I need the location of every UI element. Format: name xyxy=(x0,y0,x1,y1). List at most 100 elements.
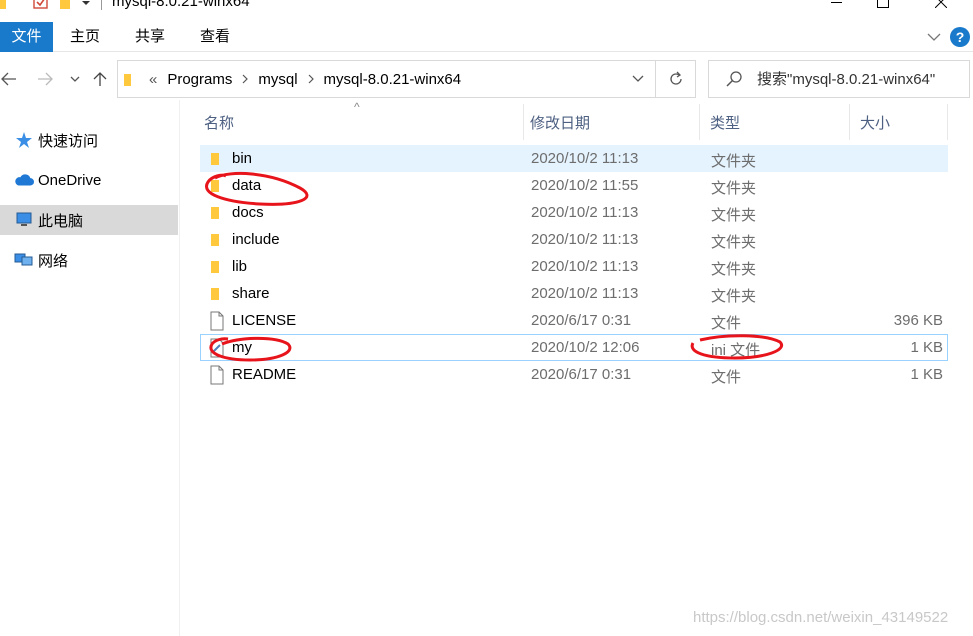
file-type: 文件夹 xyxy=(711,288,757,305)
folder-icon xyxy=(124,74,131,86)
folder-icon xyxy=(211,180,219,192)
file-row-bin[interactable]: bin 2020/10/2 11:13 文件夹 xyxy=(200,145,948,172)
tab-view[interactable]: 查看 xyxy=(200,22,230,52)
expand-ribbon-icon[interactable] xyxy=(926,29,942,45)
file-row-my-ini[interactable]: my 2020/10/2 12:06 ini 文件 1 KB xyxy=(200,334,948,361)
cloud-icon xyxy=(14,170,34,190)
chevron-right-icon[interactable] xyxy=(306,73,316,85)
properties-checkbox-icon[interactable] xyxy=(32,0,50,11)
address-bar[interactable]: « Programs mysql mysql-8.0.21-winx64 xyxy=(117,60,656,98)
file-row-share[interactable]: share 2020/10/2 11:13 文件夹 xyxy=(200,280,948,307)
window-title: mysql-8.0.21-winx64 xyxy=(112,0,250,10)
file-row-data[interactable]: data 2020/10/2 11:55 文件夹 xyxy=(200,172,948,199)
file-name: my xyxy=(232,339,252,356)
search-box[interactable] xyxy=(708,60,970,98)
sidebar-item-label: 快速访问 xyxy=(38,132,99,150)
close-icon xyxy=(935,0,947,8)
watermark-text: https://blog.csdn.net/weixin_43149522 xyxy=(693,609,949,626)
file-date: 2020/10/2 11:13 xyxy=(531,204,639,221)
sidebar-item-quick-access[interactable]: 快速访问 xyxy=(0,125,178,155)
ribbon-tabs: 文件 主页 共享 查看 ? xyxy=(0,22,973,52)
file-type: 文件夹 xyxy=(711,234,757,251)
file-date: 2020/10/2 11:55 xyxy=(531,177,639,194)
sidebar-item-network[interactable]: 网络 xyxy=(0,245,178,275)
sidebar-item-label: OneDrive xyxy=(38,171,102,189)
file-name: README xyxy=(232,366,297,383)
file-name: bin xyxy=(232,150,253,167)
file-date: 2020/10/2 11:13 xyxy=(531,258,639,275)
chevron-down-icon xyxy=(70,76,80,82)
file-row-license[interactable]: LICENSE 2020/6/17 0:31 文件 396 KB xyxy=(200,307,948,334)
file-type: 文件夹 xyxy=(711,261,757,278)
column-header-size[interactable]: 大小 xyxy=(850,104,948,140)
file-date: 2020/6/17 0:31 xyxy=(531,312,632,329)
maximize-button[interactable] xyxy=(860,0,906,14)
title-bar: mysql-8.0.21-winx64 xyxy=(0,0,973,14)
quick-access-toolbar xyxy=(0,0,92,12)
column-header-type[interactable]: 类型 xyxy=(700,104,850,140)
file-type: 文件夹 xyxy=(711,207,757,224)
minimize-button[interactable] xyxy=(814,0,860,14)
file-size: 1 KB xyxy=(910,366,943,383)
search-icon xyxy=(726,71,742,87)
file-type: 文件夹 xyxy=(711,180,757,197)
file-date: 2020/10/2 11:13 xyxy=(531,231,639,248)
close-button[interactable] xyxy=(918,0,964,14)
file-date: 2020/10/2 12:06 xyxy=(531,339,640,356)
breadcrumb: « Programs mysql mysql-8.0.21-winx64 xyxy=(118,61,461,97)
file-type: 文件 xyxy=(711,315,742,332)
sidebar-item-this-pc[interactable]: 此电脑 xyxy=(0,205,178,235)
breadcrumb-mysql[interactable]: mysql xyxy=(258,71,297,88)
tab-file[interactable]: 文件 xyxy=(0,22,53,52)
tab-home[interactable]: 主页 xyxy=(70,22,100,52)
up-button[interactable] xyxy=(90,68,110,90)
minimize-icon xyxy=(831,2,842,3)
arrow-left-icon xyxy=(1,72,16,86)
sidebar-item-onedrive[interactable]: OneDrive xyxy=(0,165,178,195)
recent-locations-button[interactable] xyxy=(66,68,84,90)
file-size: 1 KB xyxy=(910,339,943,356)
sidebar-item-label: 此电脑 xyxy=(38,212,84,230)
maximize-icon xyxy=(877,0,889,8)
refresh-icon xyxy=(669,71,682,85)
file-row-lib[interactable]: lib 2020/10/2 11:13 文件夹 xyxy=(200,253,948,280)
chevron-right-icon[interactable] xyxy=(240,73,250,85)
file-list: ^ 名称 修改日期 类型 大小 bin 2020/10/2 11:13 文件夹 … xyxy=(190,100,973,636)
folder-icon xyxy=(211,234,219,246)
navigation-bar: « Programs mysql mysql-8.0.21-winx64 xyxy=(0,58,973,100)
forward-button[interactable] xyxy=(34,68,56,90)
back-button[interactable] xyxy=(0,68,18,90)
ini-file-icon xyxy=(210,338,224,358)
help-button[interactable]: ? xyxy=(950,27,970,47)
column-header-date[interactable]: 修改日期 xyxy=(520,104,700,140)
folder-icon xyxy=(211,261,219,273)
breadcrumb-programs[interactable]: Programs xyxy=(167,71,232,88)
folder-icon xyxy=(211,207,219,219)
file-type: 文件 xyxy=(711,369,742,386)
toolbar-separator xyxy=(101,0,102,10)
sidebar-item-label: 网络 xyxy=(38,252,69,270)
star-icon xyxy=(14,130,34,150)
file-icon xyxy=(210,365,224,385)
file-type: 文件夹 xyxy=(711,153,757,170)
file-size: 396 KB xyxy=(893,312,943,329)
breadcrumb-overflow[interactable]: « xyxy=(149,71,157,88)
file-icon xyxy=(210,311,224,331)
new-folder-icon[interactable] xyxy=(58,0,74,11)
file-name: LICENSE xyxy=(232,312,297,329)
navigation-pane: 快速访问 OneDrive 此电脑 网络 xyxy=(0,100,180,636)
file-date: 2020/6/17 0:31 xyxy=(531,366,632,383)
breadcrumb-current[interactable]: mysql-8.0.21-winx64 xyxy=(324,71,462,88)
refresh-button[interactable] xyxy=(656,60,696,98)
file-row-docs[interactable]: docs 2020/10/2 11:13 文件夹 xyxy=(200,199,948,226)
customize-toolbar-icon[interactable] xyxy=(80,0,92,11)
file-row-include[interactable]: include 2020/10/2 11:13 文件夹 xyxy=(200,226,948,253)
column-header-name[interactable]: 名称 xyxy=(194,104,524,140)
network-icon xyxy=(14,250,34,270)
folder-icon xyxy=(0,0,6,9)
arrow-up-icon xyxy=(93,72,107,86)
tab-share[interactable]: 共享 xyxy=(135,22,165,52)
search-input[interactable] xyxy=(757,68,967,90)
address-dropdown-icon[interactable] xyxy=(631,71,645,85)
file-row-readme[interactable]: README 2020/6/17 0:31 文件 1 KB xyxy=(200,361,948,388)
